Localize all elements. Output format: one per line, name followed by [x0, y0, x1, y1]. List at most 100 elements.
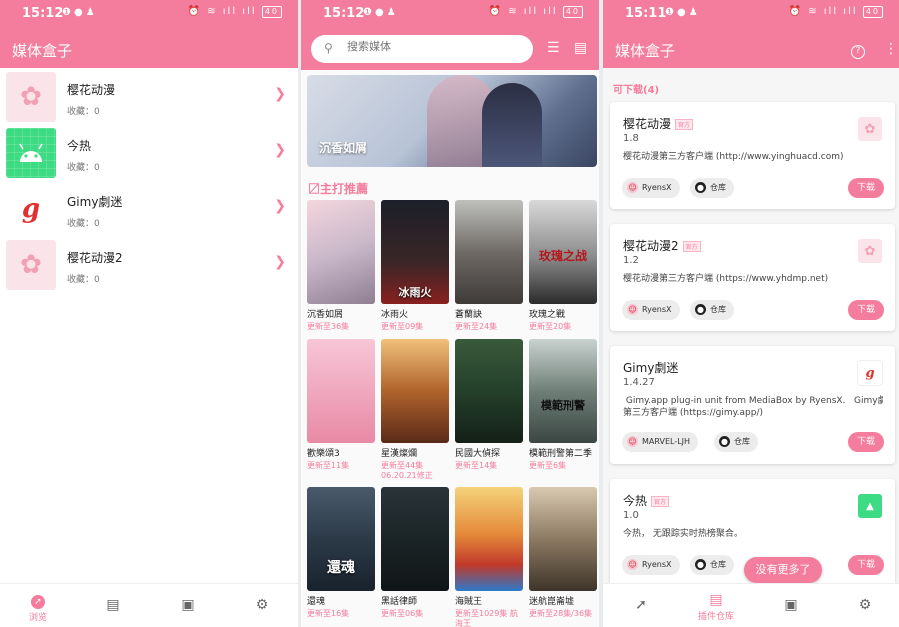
card-update: 更新至28集/36集: [529, 609, 593, 618]
search-input[interactable]: [347, 40, 517, 53]
card-title: 模範刑警第二季: [529, 449, 593, 459]
media-card[interactable]: 海賊王 更新至1029集 航海王: [455, 487, 523, 627]
plugin-repo-screen: 15:11 ❶●♟ ⏰ ≋ ıll ıll 40 媒体盒子 ? ⋮ 可下载(4)…: [603, 0, 899, 627]
nav-settings[interactable]: ⚙: [242, 597, 282, 613]
featured-banner[interactable]: 沉香如屑: [307, 75, 597, 167]
repo-chip[interactable]: ● 仓库: [690, 178, 734, 198]
media-card[interactable]: 還魂 還魂 更新至16集: [307, 487, 375, 619]
plugin-name-text: 樱花动漫2: [623, 239, 679, 253]
repo-chip[interactable]: ● 仓库: [714, 432, 758, 452]
no-more-toast: 没有更多了: [744, 557, 822, 583]
more-menu-icon[interactable]: ⋮: [884, 41, 898, 57]
poster-text: 還魂: [327, 560, 355, 576]
nav-settings[interactable]: ⚙: [845, 597, 885, 613]
status-time: 15:12: [22, 6, 64, 21]
battery-icon: 40: [562, 6, 583, 18]
author-chip[interactable]: ☺ RyensX: [622, 300, 680, 320]
card-update: 更新至20集: [529, 322, 572, 331]
download-button[interactable]: 下载: [848, 300, 884, 320]
status-time: 15:12: [323, 6, 365, 21]
card-update: 更新至14集: [455, 461, 498, 470]
list-item[interactable]: ✿ 樱花动漫2 收藏：0 ❯: [0, 236, 298, 292]
media-card[interactable]: 沉香如屑 更新至36集: [307, 200, 375, 332]
plugin-version: 1.0: [623, 510, 639, 521]
nav-plugins[interactable]: ▤: [93, 597, 133, 613]
media-card[interactable]: 玫瑰之战 玫瑰之戰 更新至20集: [529, 200, 597, 332]
section-title: 〼主打推薦: [308, 182, 369, 196]
list-item[interactable]: g Gimy劇迷 收藏：0 ❯: [0, 180, 298, 236]
downloadable-count: 可下载(4): [613, 85, 660, 96]
nav-browse[interactable]: ➚ 浏览: [18, 592, 58, 623]
poster: [455, 487, 523, 591]
status-bar: 15:12 ❶●♟ ⏰ ≋ ıll ıll 40: [0, 0, 298, 28]
download-box-icon: ▣: [784, 597, 798, 613]
author-name: RyensX: [642, 183, 672, 192]
nav-plugins-label: 插件仓库: [697, 612, 734, 622]
media-list-screen: 15:12 ❶●♟ ⏰ ≋ ıll ıll 40 媒体盒子 ✿ 樱花动漫 收藏：…: [0, 0, 298, 627]
author-name: RyensX: [642, 305, 672, 314]
download-button[interactable]: 下载: [848, 432, 884, 452]
card-title: 民國大偵探: [455, 449, 501, 459]
media-card[interactable]: 迷航崑崙墟 更新至28集/36集: [529, 487, 597, 619]
media-card[interactable]: 歡樂頌3 更新至11集: [307, 339, 375, 471]
card-title: 海賊王: [455, 597, 483, 607]
chevron-right-icon: ❯: [274, 254, 286, 270]
plugin-description: Gimy.app plug-in unit from MediaBox by R…: [623, 396, 883, 418]
list-item[interactable]: 今热 收藏：0 ❯: [0, 124, 298, 180]
repo-label: 仓库: [710, 560, 726, 569]
github-icon: ●: [695, 559, 706, 570]
github-icon: ●: [695, 182, 706, 193]
avatar: ☺: [627, 304, 638, 315]
card-title: 還魂: [307, 597, 326, 607]
help-icon[interactable]: ?: [851, 41, 865, 59]
plugin-version: 1.8: [623, 133, 639, 144]
search-bar[interactable]: ⚲: [311, 35, 533, 63]
nav-browse-label: 浏览: [28, 613, 47, 623]
app-title: 媒体盒子: [12, 42, 73, 60]
poster: 玫瑰之战: [529, 200, 597, 304]
gimy-logo-icon: g: [858, 361, 882, 385]
download-button[interactable]: 下载: [848, 555, 884, 575]
media-card[interactable]: 蒼蘭訣 更新至24集: [455, 200, 523, 332]
storage-icon[interactable]: ▤: [574, 40, 587, 56]
sakura-icon: ✿: [858, 239, 882, 263]
download-button[interactable]: 下载: [848, 178, 884, 198]
author-chip[interactable]: ☺ RyensX: [622, 178, 680, 198]
poster-text: 冰雨火: [398, 286, 432, 299]
media-card[interactable]: 黑話律師 更新至06集: [381, 487, 449, 619]
media-card[interactable]: 星漢燦爛 更新至44集 06.20.21修正: [381, 339, 449, 481]
android-icon: [6, 128, 56, 178]
poster: [381, 487, 449, 591]
repo-chip[interactable]: ● 仓库: [690, 300, 734, 320]
search-icon: ⚲: [324, 41, 333, 55]
system-icons: ⏰ ≋ ıll ıll 40: [789, 6, 883, 18]
plugin-description: 樱花动漫第三方客户端 (https://www.yhdmp.net): [623, 274, 829, 284]
sakura-icon: ✿: [6, 240, 56, 290]
avatar: ☺: [627, 559, 638, 570]
author-chip[interactable]: ☺ MARVEL-LJH: [622, 432, 699, 452]
item-favorites: 收藏：0: [67, 107, 100, 117]
media-card[interactable]: 模範刑警 模範刑警第二季 更新至6集: [529, 339, 597, 471]
card-update: 更新至24集: [455, 322, 498, 331]
plugin-name-text: 今热: [623, 494, 648, 508]
author-chip[interactable]: ☺ RyensX: [622, 555, 680, 575]
notification-icons: ❶●♟: [363, 7, 399, 18]
nav-downloads[interactable]: ▣: [168, 597, 208, 613]
plugin-name: 今热 官方: [623, 492, 670, 509]
nav-browse[interactable]: ➚: [621, 597, 661, 613]
avatar: ☺: [627, 436, 638, 447]
repo-label: 仓库: [710, 305, 726, 314]
nav-downloads[interactable]: ▣: [771, 597, 811, 613]
gear-icon: ⚙: [858, 597, 872, 613]
media-card[interactable]: 民國大偵探 更新至14集: [455, 339, 523, 471]
list-view-icon[interactable]: ☰: [547, 40, 560, 56]
media-card[interactable]: 冰雨火 冰雨火 更新至09集: [381, 200, 449, 332]
list-item[interactable]: ✿ 樱花动漫 收藏：0 ❯: [0, 68, 298, 124]
status-bar: 15:11 ❶●♟ ⏰ ≋ ıll ıll 40: [603, 0, 899, 28]
poster: [455, 200, 523, 304]
gimy-logo-icon: g: [6, 184, 56, 234]
repo-chip[interactable]: ● 仓库: [690, 555, 734, 575]
card-title: 沉香如屑: [307, 310, 344, 320]
gear-icon: ⚙: [255, 597, 269, 613]
nav-plugins[interactable]: ▤ 插件仓库: [696, 592, 736, 622]
